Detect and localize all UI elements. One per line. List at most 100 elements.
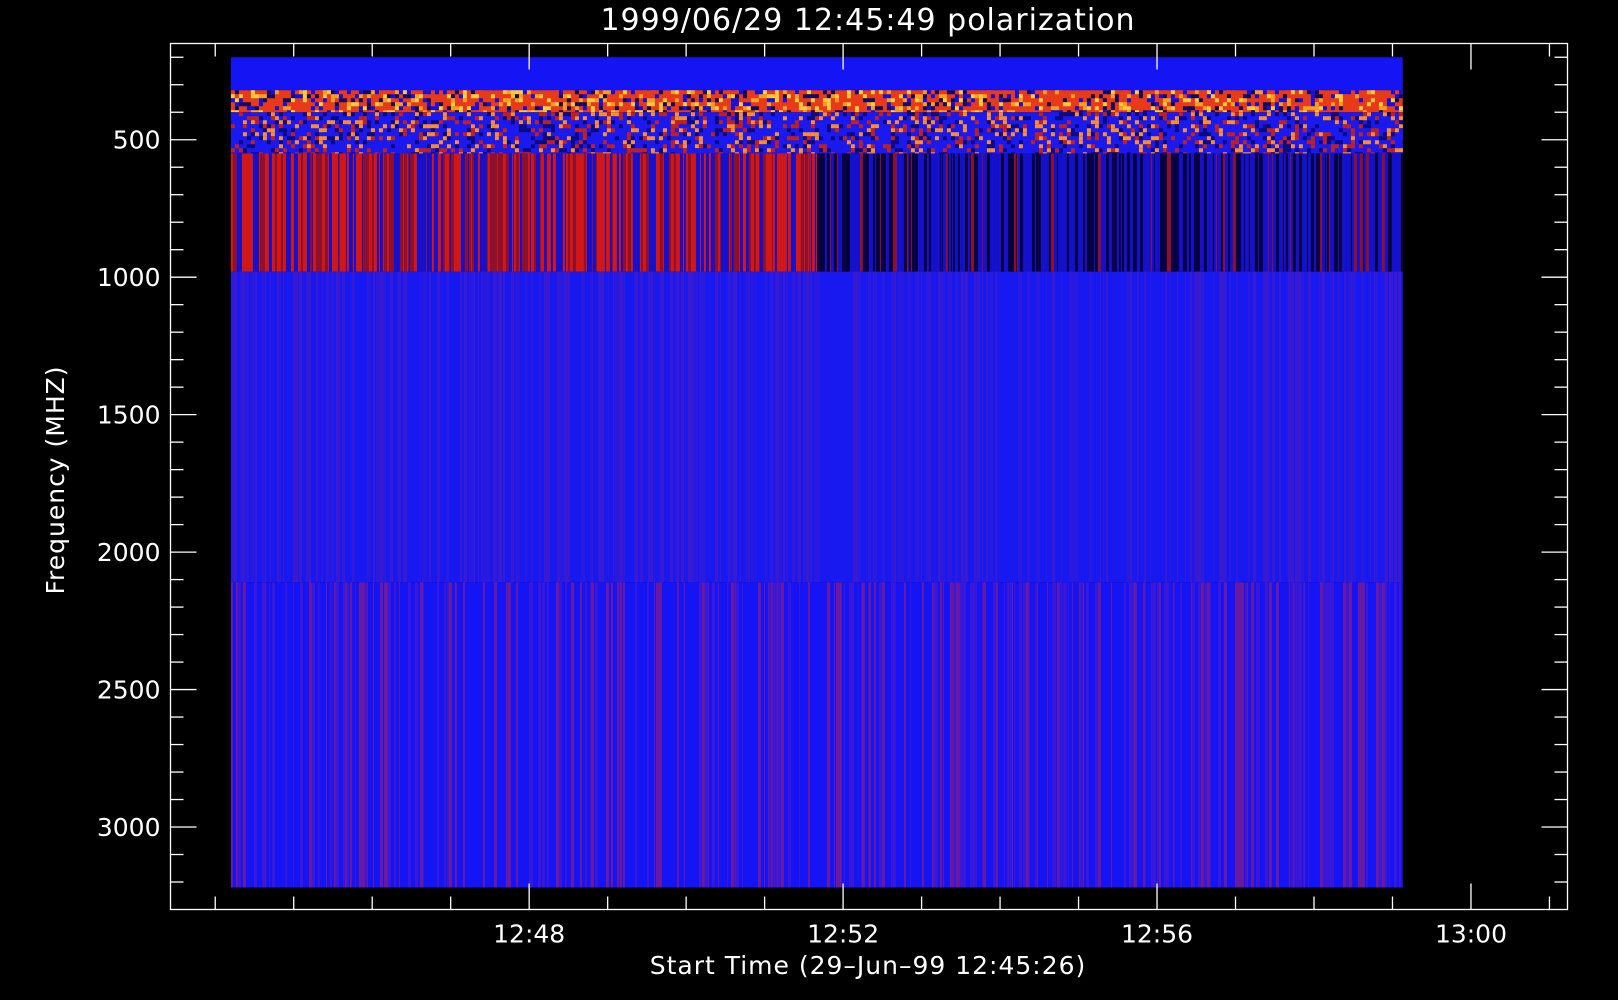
heatmap-cell — [906, 94, 911, 99]
heatmap-stripe — [433, 153, 436, 272]
heatmap-cell — [490, 132, 495, 137]
heatmap-stripe — [1212, 271, 1214, 583]
heatmap-stripe — [505, 153, 509, 272]
heatmap-stripe — [326, 271, 328, 583]
heatmap-cell — [1182, 116, 1187, 121]
heatmap-cell — [398, 120, 403, 125]
heatmap-cell — [242, 128, 247, 133]
heatmap-cell — [606, 144, 611, 149]
heatmap-cell — [742, 110, 747, 113]
heatmap-cell — [1082, 144, 1087, 149]
heatmap-stripe — [562, 153, 565, 272]
heatmap-stripe — [1262, 153, 1264, 272]
heatmap-cell — [1086, 128, 1091, 133]
heatmap-cell — [1030, 124, 1035, 129]
heatmap-stripe — [1362, 153, 1364, 272]
heatmap-cell — [566, 106, 571, 111]
heatmap-cell — [606, 112, 611, 117]
heatmap-stripe — [1266, 153, 1268, 272]
heatmap-cell — [374, 152, 379, 154]
heatmap-cell — [394, 124, 399, 129]
heatmap-cell — [574, 144, 579, 149]
heatmap-cell — [586, 152, 591, 154]
heatmap-stripe — [382, 153, 384, 272]
heatmap-cell — [718, 94, 723, 99]
heatmap-cell — [1138, 94, 1143, 99]
heatmap-stripe — [477, 153, 480, 272]
heatmap-cell — [366, 116, 371, 121]
heatmap-cell — [674, 102, 679, 107]
heatmap-cell — [302, 124, 307, 129]
heatmap-cell — [522, 106, 527, 111]
heatmap-cell — [438, 152, 443, 154]
heatmap-cell — [1086, 132, 1091, 137]
heatmap-cell — [554, 136, 559, 141]
heatmap-stripe — [516, 582, 518, 888]
heatmap-stripe — [1295, 582, 1298, 888]
heatmap-stripe — [1399, 153, 1401, 272]
heatmap-cell — [970, 140, 975, 145]
heatmap-cell — [702, 106, 707, 111]
heatmap-cell — [346, 148, 351, 153]
heatmap-cell — [842, 106, 847, 111]
heatmap-stripe — [1143, 271, 1146, 583]
heatmap-cell — [890, 106, 895, 111]
heatmap-cell — [1298, 94, 1303, 99]
heatmap-stripe — [317, 153, 319, 272]
heatmap-cell — [1202, 128, 1207, 133]
heatmap-cell — [858, 116, 863, 121]
heatmap-cell — [234, 116, 239, 121]
heatmap-cell — [786, 136, 791, 141]
heatmap-stripe — [933, 582, 937, 888]
heatmap-cell — [826, 140, 831, 145]
heatmap-cell — [1382, 144, 1387, 149]
heatmap-cell — [614, 106, 619, 111]
heatmap-cell — [834, 124, 839, 129]
heatmap-cell — [1058, 136, 1063, 141]
heatmap-cell — [582, 148, 587, 153]
heatmap-cell — [274, 120, 279, 125]
heatmap-stripe — [733, 582, 735, 888]
heatmap-cell — [566, 124, 571, 129]
heatmap-cell — [526, 116, 531, 121]
heatmap-stripe — [542, 153, 544, 272]
heatmap-cell — [934, 140, 939, 145]
heatmap-cell — [1398, 152, 1403, 154]
heatmap-cell — [298, 90, 303, 95]
heatmap-cell — [578, 132, 583, 137]
heatmap-cell — [1330, 124, 1335, 129]
heatmap-cell — [514, 128, 519, 133]
heatmap-cell — [1042, 120, 1047, 125]
heatmap-cell — [906, 112, 911, 117]
heatmap-cell — [1138, 128, 1143, 133]
heatmap-stripe — [717, 582, 719, 888]
heatmap-stripe — [943, 271, 945, 583]
heatmap-stripe — [546, 153, 549, 272]
heatmap-cell — [1134, 116, 1139, 121]
heatmap-stripe — [959, 153, 961, 272]
heatmap-cell — [738, 116, 743, 121]
heatmap-cell — [494, 98, 499, 103]
heatmap-cell — [626, 102, 631, 107]
heatmap-stripe — [348, 153, 350, 272]
heatmap-cell — [958, 120, 963, 125]
heatmap-cell — [1218, 116, 1223, 121]
heatmap-cell — [594, 152, 599, 154]
heatmap-stripe — [537, 582, 541, 888]
heatmap-cell — [1394, 94, 1399, 99]
heatmap-stripe — [1024, 153, 1028, 272]
heatmap-stripe — [772, 582, 774, 888]
heatmap-cell — [1278, 106, 1283, 111]
heatmap-stripe — [431, 153, 434, 272]
heatmap-cell — [1106, 136, 1111, 141]
heatmap-stripe — [1078, 582, 1080, 888]
heatmap-cell — [1282, 140, 1287, 145]
heatmap-cell — [1334, 116, 1339, 121]
heatmap-cell — [542, 144, 547, 149]
heatmap-cell — [1190, 140, 1195, 145]
heatmap-stripe — [1371, 153, 1375, 272]
heatmap-cell — [670, 94, 675, 99]
heatmap-cell — [442, 148, 447, 153]
heatmap-cell — [1078, 140, 1083, 145]
heatmap-cell — [1146, 128, 1151, 133]
